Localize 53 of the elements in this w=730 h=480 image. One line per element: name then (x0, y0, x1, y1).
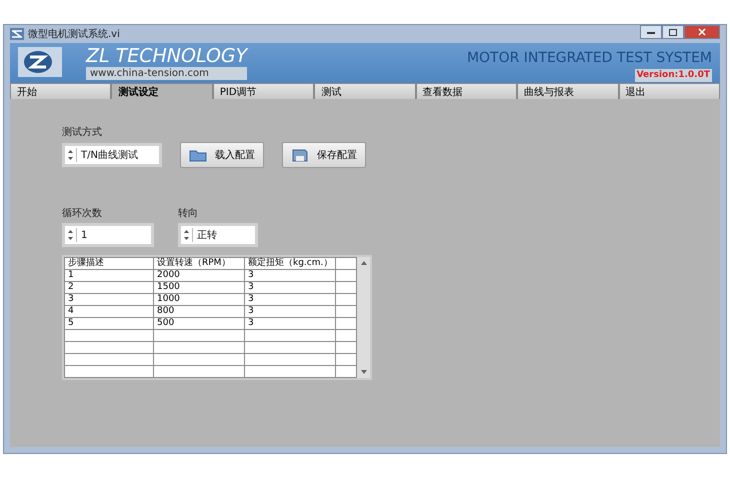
tab[interactable]: 曲线与报表 (517, 83, 619, 99)
table-cell: 5 (64, 318, 154, 330)
table-cell: 3 (244, 270, 336, 282)
spinner-icon (183, 228, 193, 242)
close-button[interactable] (684, 25, 720, 39)
minimize-icon (647, 30, 655, 34)
spinner-icon (67, 228, 77, 242)
maximize-button[interactable] (662, 25, 684, 39)
tab[interactable]: 退出 (618, 83, 720, 99)
brand-name: ZL TECHNOLOGY (86, 45, 248, 67)
folder-icon (189, 148, 207, 162)
column-header: 额定扭矩（kg.cm.） (244, 258, 336, 270)
field-label: 测试方式 (62, 126, 102, 139)
table-cell: 3 (244, 318, 336, 330)
tab[interactable]: 测试设定 (111, 83, 213, 99)
table-cell: 3 (244, 306, 336, 318)
column-header: 设置转速（RPM） (154, 258, 244, 270)
scrollbar[interactable] (357, 257, 370, 378)
field-label: 转向 (178, 207, 199, 220)
table-cell: 500 (154, 318, 244, 330)
cycle-count-field[interactable]: 1 (62, 223, 154, 247)
scroll-down-icon (360, 369, 368, 375)
tab[interactable]: PID调节 (212, 83, 314, 99)
test-mode-field[interactable]: T/N曲线测试 (62, 143, 162, 167)
table-cell: 3 (244, 294, 336, 306)
table-cell: 1 (64, 270, 154, 282)
direction-field[interactable]: 正转 (178, 223, 258, 247)
table-cell: 2000 (154, 270, 244, 282)
field-label: 循环次数 (62, 207, 103, 220)
close-icon (698, 28, 706, 36)
load-config-button[interactable]: 载入配置 (180, 142, 264, 168)
minimize-button[interactable] (640, 25, 662, 39)
window-title: 微型电机测试系统.vi (28, 28, 120, 41)
maximize-icon (669, 28, 677, 36)
logo-icon (18, 47, 62, 77)
column-header: 步骤描述 (64, 258, 154, 270)
spinner-icon (67, 148, 77, 162)
table-cell: 1500 (154, 282, 244, 294)
table-cell: 4 (64, 306, 154, 318)
version-label: Version:1.0.0T (634, 69, 712, 82)
table-cell: 3 (64, 294, 154, 306)
table-cell: 3 (244, 282, 336, 294)
tab[interactable]: 测试 (314, 83, 416, 99)
table-cell: 1000 (154, 294, 244, 306)
tab[interactable]: 开始 (10, 83, 112, 99)
table-cell: 2 (64, 282, 154, 294)
scroll-up-icon (360, 260, 368, 266)
tab[interactable]: 查看数据 (416, 83, 518, 99)
website-url: www.china-tension.com (86, 67, 248, 80)
table-cell: 800 (154, 306, 244, 318)
save-config-button[interactable]: 保存配置 (282, 142, 366, 168)
app-icon (10, 28, 24, 40)
system-name: MOTOR INTEGRATED TEST SYSTEM (466, 49, 712, 68)
